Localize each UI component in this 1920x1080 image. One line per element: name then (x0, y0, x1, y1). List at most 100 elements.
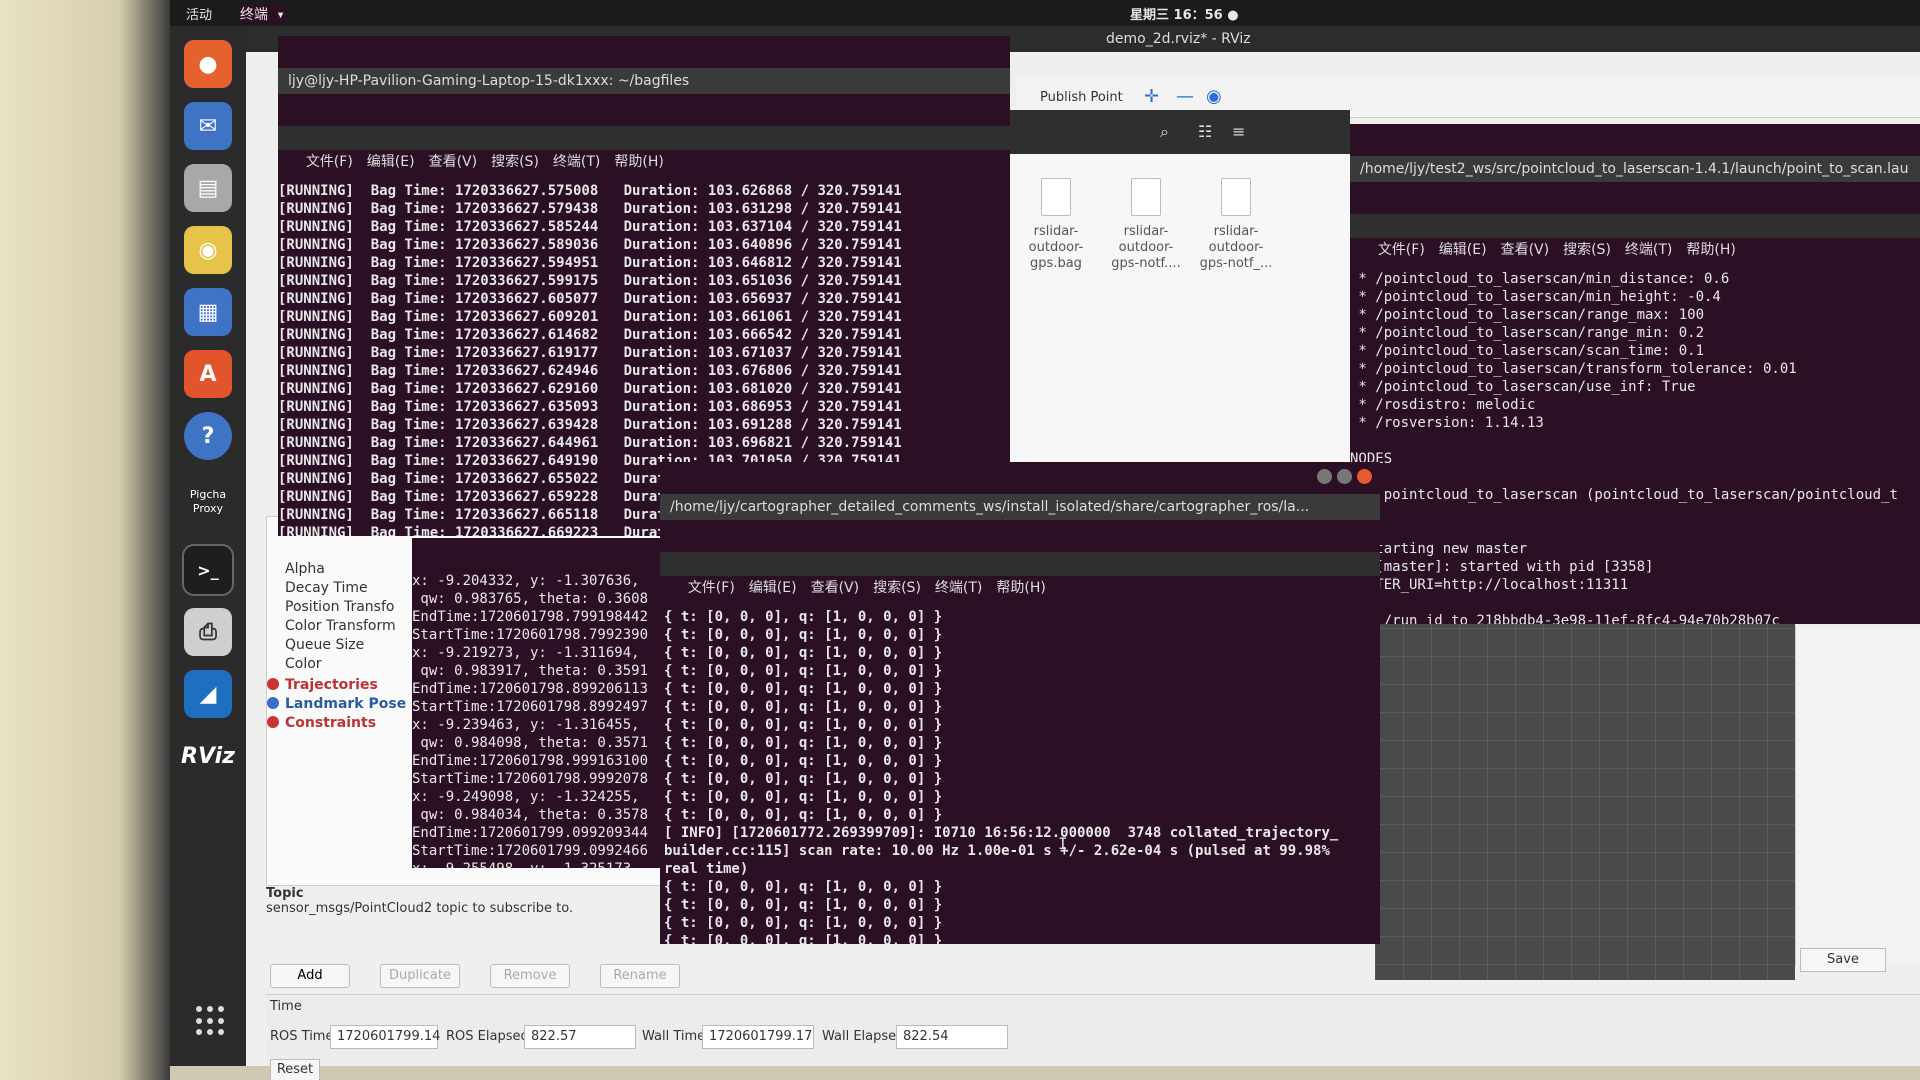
terminal-line: EndTime:1720601798.899206113 (412, 681, 649, 697)
terminal-line: [RUNNING] Bag Time: 1720336627.589036 Du… (278, 237, 902, 253)
display-prop-position-transform[interactable]: Position Transfo (285, 599, 394, 617)
landmark-icon (267, 697, 279, 709)
ros-time-field[interactable]: 1720601799.14 (330, 1025, 440, 1049)
menu-file[interactable]: 文件(F) (306, 154, 353, 170)
terminal-line: { t: [0, 0, 0], q: [1, 0, 0, 0] } (664, 699, 943, 715)
writer-icon[interactable]: ▦ (184, 288, 232, 336)
display-prop-decay-time[interactable]: Decay Time (285, 580, 368, 598)
menu-view[interactable]: 查看(V) (1501, 242, 1550, 258)
terminal-line: x: -9.249098, y: -1.324255, (412, 789, 640, 805)
bag-terminal-menu: 文件(F) 编辑(E) 查看(V) 搜索(S) 终端(T) 帮助(H) (278, 126, 1010, 170)
view-options-icon[interactable]: ☷ (1198, 122, 1212, 141)
camera-tool-icon[interactable]: ◉ (1206, 86, 1222, 107)
terminal-line: { t: [0, 0, 0], q: [1, 0, 0, 0] } (664, 717, 943, 733)
file-item[interactable]: rslidar-outdoor-gps.bag (1016, 178, 1096, 272)
terminal-line: x: -9.239463, y: -1.316455, (412, 717, 640, 733)
reset-button[interactable]: Reset (270, 1059, 320, 1080)
firefox-icon[interactable]: ● (184, 40, 232, 88)
menu-edit[interactable]: 编辑(E) (1439, 242, 1487, 258)
file-item[interactable]: rslidar-outdoor-gps-notf_... (1196, 178, 1276, 272)
wall-elapsed-field[interactable]: 822.54 (896, 1025, 1008, 1049)
remove-tool-icon[interactable]: — (1176, 86, 1194, 107)
file-name: rslidar-outdoor-gps-notf_... (1199, 224, 1273, 271)
terminal-line: x: -9.219273, y: -1.311694, (412, 645, 640, 661)
duplicate-button[interactable]: Duplicate (380, 964, 460, 988)
show-apps-icon[interactable] (196, 1006, 226, 1036)
terminal-line: { t: [0, 0, 0], q: [1, 0, 0, 0] } (664, 663, 943, 679)
display-trajectories[interactable]: Trajectories (267, 677, 378, 695)
terminal-line: qw: 0.984034, theta: 0.3578 (412, 807, 649, 823)
menu-edit[interactable]: 编辑(E) (367, 154, 415, 170)
terminal-line: ASTER_URI=http://localhost:11311 (1350, 577, 1629, 593)
3d-view[interactable] (1375, 600, 1795, 980)
display-prop-alpha[interactable]: Alpha (285, 561, 325, 579)
vscode-icon[interactable]: ◢ (184, 670, 232, 718)
rhythmbox-icon[interactable]: ◉ (184, 226, 232, 274)
rename-button[interactable]: Rename (600, 964, 680, 988)
cartographer-terminal-title: /home/ljy/cartographer_detailed_comments… (660, 469, 1380, 520)
terminal-menu[interactable]: 终端 ▾ (240, 4, 285, 24)
document-icon (1221, 178, 1251, 216)
menu-file[interactable]: 文件(F) (688, 580, 735, 596)
menu-help[interactable]: 帮助(H) (614, 154, 663, 170)
software-icon[interactable]: A (184, 350, 232, 398)
terminal-line: { t: [0, 0, 0], q: [1, 0, 0, 0] } (664, 807, 943, 823)
menu-help[interactable]: 帮助(H) (996, 580, 1045, 596)
menu-icon[interactable]: ≡ (1232, 122, 1245, 141)
printer-icon[interactable]: ⎙ (184, 608, 232, 656)
menu-search[interactable]: 搜索(S) (873, 580, 921, 596)
terminal-line: * /rosversion: 1.14.13 (1350, 415, 1544, 431)
display-constraints[interactable]: Constraints (267, 715, 376, 733)
pose-terminal[interactable]: x: -9.204332, y: -1.307636, qw: 0.983765… (412, 538, 668, 868)
search-icon[interactable]: ⌕ (1160, 122, 1169, 142)
terminal-line: e) (1350, 504, 1920, 522)
display-prop-color-transform[interactable]: Color Transform (285, 618, 396, 636)
terminal-line: { t: [0, 0, 0], q: [1, 0, 0, 0] } (664, 735, 943, 751)
add-tool-icon[interactable]: ✛ (1144, 86, 1159, 107)
cartographer-terminal[interactable]: /home/ljy/cartographer_detailed_comments… (660, 462, 1380, 944)
terminal-line: [RUNNING] Bag Time: 1720336627.619177 Du… (278, 345, 902, 361)
error-icon (267, 678, 279, 690)
terminal-line: { t: [0, 0, 0], q: [1, 0, 0, 0] } (664, 609, 943, 625)
terminal-line: { t: [0, 0, 0], q: [1, 0, 0, 0] } (664, 915, 943, 931)
file-item[interactable]: rslidar-outdoor-gps-notf.... (1106, 178, 1186, 272)
display-landmark-poses[interactable]: Landmark Pose (267, 696, 406, 714)
top-bar: 活动 终端 ▾ 星期三 16：56 ● (170, 0, 1920, 26)
menu-terminal[interactable]: 终端(T) (553, 154, 600, 170)
activities-button[interactable]: 活动 (186, 4, 212, 23)
publish-point-tool[interactable]: Publish Point (1040, 90, 1123, 105)
display-prop-color[interactable]: Color (285, 656, 322, 674)
menu-terminal[interactable]: 终端(T) (935, 580, 982, 596)
menu-view[interactable]: 查看(V) (429, 154, 478, 170)
terminal-line: EndTime:1720601798.799198442 (412, 609, 649, 625)
display-prop-queue-size[interactable]: Queue Size (285, 637, 364, 655)
rviz-icon[interactable]: RViz (181, 732, 235, 780)
terminal-line: * /pointcloud_to_laserscan/use_inf: True (1350, 379, 1696, 395)
terminal-line: StartTime:1720601798.7992390 (412, 627, 649, 643)
save-button[interactable]: Save (1800, 948, 1886, 972)
add-button[interactable]: Add (270, 964, 350, 988)
text-cursor-icon: I (1058, 834, 1068, 853)
display-label: Landmark Pose (285, 696, 407, 712)
menu-search[interactable]: 搜索(S) (491, 154, 539, 170)
terminal-line: * /pointcloud_to_laserscan/scan_time: 0.… (1350, 343, 1705, 359)
menu-view[interactable]: 查看(V) (811, 580, 860, 596)
remove-button[interactable]: Remove (490, 964, 570, 988)
terminal-icon[interactable]: >_ (182, 544, 234, 596)
launch-terminal[interactable]: /home/ljy/test2_ws/src/pointcloud_to_las… (1350, 124, 1920, 624)
files-icon[interactable]: ▤ (184, 164, 232, 212)
wall-time-field[interactable]: 1720601799.17 (702, 1025, 814, 1049)
clock[interactable]: 星期三 16：56 ● (1130, 4, 1239, 23)
pigcha-proxy-icon[interactable]: Pigcha Proxy (180, 478, 236, 526)
help-icon[interactable]: ? (184, 412, 232, 460)
bag-terminal[interactable]: ljy@ljy-HP-Pavilion-Gaming-Laptop-15-dk1… (278, 36, 1010, 536)
thunderbird-icon[interactable]: ✉ (184, 102, 232, 150)
cartographer-terminal-menu: 文件(F) 编辑(E) 查看(V) 搜索(S) 终端(T) 帮助(H) (660, 552, 1380, 596)
menu-search[interactable]: 搜索(S) (1563, 242, 1611, 258)
ros-elapsed-field[interactable]: 822.57 (524, 1025, 636, 1049)
menu-edit[interactable]: 编辑(E) (749, 580, 797, 596)
menu-help[interactable]: 帮助(H) (1686, 242, 1735, 258)
menu-file[interactable]: 文件(F) (1378, 242, 1425, 258)
menu-terminal[interactable]: 终端(T) (1625, 242, 1672, 258)
